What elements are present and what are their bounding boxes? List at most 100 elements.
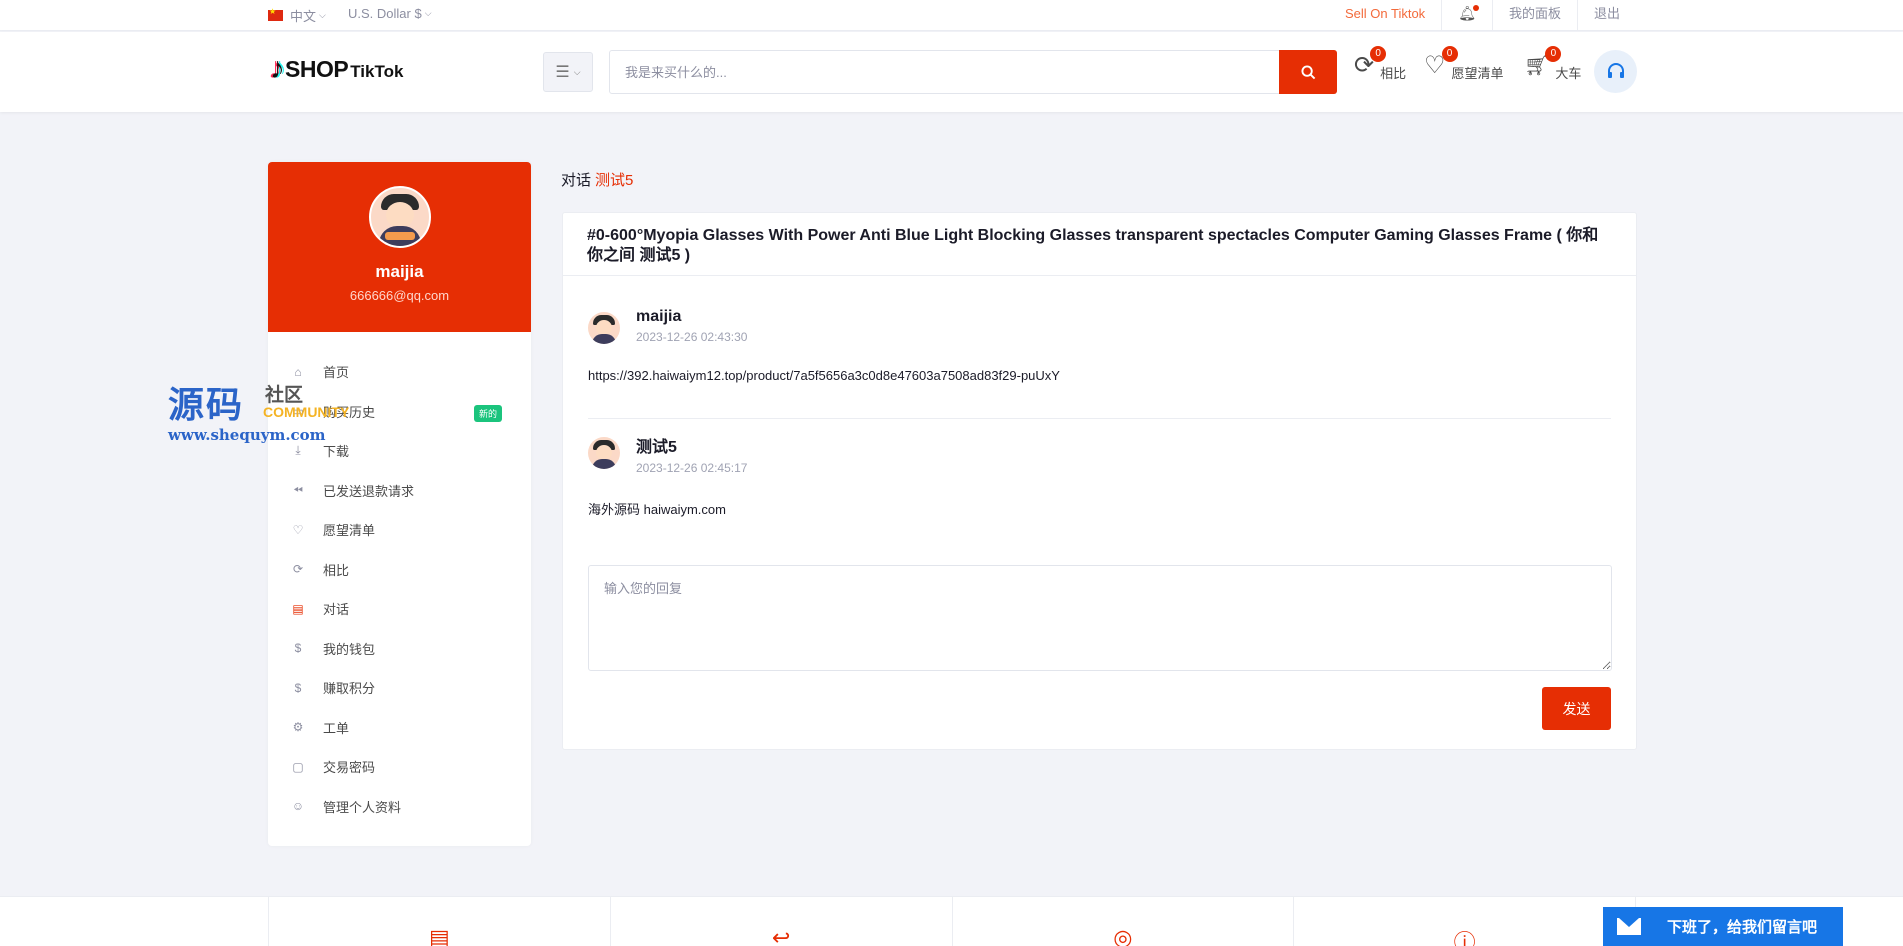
sidebar-item-purchase-history[interactable]: ▭ 购买历史 新的 [268, 392, 531, 432]
sidebar-item-label: 我的钱包 [323, 641, 376, 657]
compare-count-badge: 0 [1370, 46, 1387, 62]
sidebar-item-downloads[interactable]: ⤓ 下载 [268, 431, 531, 471]
search-icon [1300, 64, 1315, 79]
refund-icon: ⏪︎ [293, 482, 303, 497]
sidebar-item-wishlist[interactable]: ♡ 愿望清单 [268, 510, 531, 550]
wishlist-label: 愿望清单 [1451, 66, 1504, 81]
sidebar-item-compare[interactable]: ⟳ 相比 [268, 550, 531, 590]
notification-dot [1472, 5, 1479, 11]
lifebuoy-icon: ◎ [1113, 925, 1133, 946]
avatar [588, 312, 620, 344]
account-sidebar: maijia 666666@qq.com ⌂ 首页 ▭ 购买历史 新的 ⤓ 下载… [268, 162, 531, 846]
message-author: 测试5 [636, 439, 677, 456]
language-label: 中文 [290, 9, 317, 24]
alert-icon: ⓘ [1453, 930, 1476, 946]
sidebar-item-label: 赚取积分 [323, 681, 376, 697]
breadcrumb-label[interactable]: 对话 [561, 172, 591, 189]
send-button[interactable]: 发送 [1542, 687, 1611, 730]
avatar [588, 437, 620, 469]
download-icon: ⤓ [295, 443, 301, 458]
sidebar-item-transaction-password[interactable]: ▢ 交易密码 [268, 747, 531, 787]
conversation-card: #0-600°Myopia Glasses With Power Anti Bl… [562, 212, 1637, 750]
leave-message-widget[interactable]: 下班了，给我们留言吧 [1603, 907, 1843, 946]
message-author: maijia [636, 308, 682, 325]
cart-button[interactable]: 🛒︎ 0 大车 [1524, 46, 1582, 81]
sidebar-item-label: 对话 [323, 602, 350, 618]
sidebar-item-wallet[interactable]: $ 我的钱包 [268, 629, 531, 669]
message-time: 2023-12-26 02:43:30 [636, 330, 748, 344]
wallet-icon: ▢ [292, 759, 304, 774]
search-button[interactable] [1279, 50, 1337, 94]
avatar [368, 186, 431, 248]
dashboard-link[interactable]: 我的面板 [1491, 0, 1577, 31]
sidebar-item-label: 已发送退款请求 [323, 483, 415, 499]
sidebar-item-label: 愿望清单 [323, 523, 376, 539]
china-flag-icon [268, 7, 283, 21]
chevron-down-icon: ⌵ [424, 8, 432, 18]
sidebar-item-label: 工单 [323, 720, 350, 736]
leave-message-label: 下班了，给我们留言吧 [1667, 919, 1818, 936]
chevron-down-icon: ⌵ [319, 10, 326, 20]
watermark-big-text: 源码 [168, 384, 245, 426]
refresh-icon: ⟳ 0 [1354, 46, 1387, 78]
message-time: 2023-12-26 02:45:17 [636, 461, 748, 475]
chevron-down-icon: ⌵ [573, 66, 581, 77]
search-input[interactable] [610, 51, 1210, 93]
profile-name: maijia [375, 262, 424, 281]
gear-icon: ⚙ [292, 720, 304, 735]
footer-terms-link[interactable]: ▤ [268, 897, 610, 946]
conversation-title: #0-600°Myopia Glasses With Power Anti Bl… [563, 213, 1636, 276]
notifications-button[interactable]: 🔔︎ [1441, 0, 1492, 31]
support-button[interactable] [1594, 50, 1637, 93]
sidebar-menu: ⌂ 首页 ▭ 购买历史 新的 ⤓ 下载 ⏪︎ 已发送退款请求 ♡ 愿望清单 ⟳ … [268, 332, 531, 826]
sidebar-item-refund-requests[interactable]: ⏪︎ 已发送退款请求 [268, 471, 531, 511]
breadcrumb-current: 测试5 [595, 172, 634, 189]
cart-label: 大车 [1555, 66, 1582, 81]
mail-icon [1617, 918, 1641, 935]
logo-shop-text: SHOP [285, 56, 349, 82]
dollar-icon: $ [294, 680, 302, 695]
profile-card: maijia 666666@qq.com [268, 162, 531, 332]
currency-selector[interactable]: U.S. Dollar $ ⌵ [348, 6, 432, 21]
sidebar-item-label: 购买历史 [323, 404, 376, 420]
top-bar: 中文 ⌵ U.S. Dollar $ ⌵ Sell On Tiktok 🔔︎ 我… [0, 0, 1903, 31]
message-text: https://392.haiwaiym12.top/product/7a5f5… [588, 368, 1060, 383]
heart-icon: ♡ [292, 522, 304, 537]
sidebar-item-label: 相比 [323, 562, 350, 578]
footer-return-link[interactable]: ↩ [609, 897, 952, 946]
cart-icon: 🛒︎ 0 [1524, 46, 1562, 78]
hamburger-icon: ☰ [555, 64, 570, 81]
footer-privacy-link[interactable]: ⓘ [1293, 897, 1636, 946]
logout-link[interactable]: 退出 [1576, 0, 1636, 31]
sidebar-item-label: 下载 [323, 444, 350, 460]
sidebar-item-tickets[interactable]: ⚙ 工单 [268, 708, 531, 748]
sidebar-item-manage-profile[interactable]: ☺ 管理个人资料 [268, 787, 531, 827]
wishlist-button[interactable]: ♡ 0 愿望清单 [1424, 46, 1504, 81]
cart-count-badge: 0 [1545, 46, 1562, 62]
headset-icon [1607, 62, 1624, 78]
chat-icon: ▤ [292, 601, 304, 616]
message-text: 海外源码 haiwaiym.com [588, 502, 726, 517]
user-icon: ☺ [291, 799, 305, 814]
sidebar-item-conversations[interactable]: ▤ 对话 [268, 589, 531, 629]
compare-button[interactable]: ⟳ 0 相比 [1354, 46, 1406, 81]
file-icon: ▭ [292, 404, 304, 419]
sidebar-item-earn-points[interactable]: $ 赚取积分 [268, 668, 531, 708]
profile-email: 666666@qq.com [349, 288, 450, 303]
new-badge: 新的 [473, 404, 502, 422]
sidebar-item-home[interactable]: ⌂ 首页 [268, 352, 531, 392]
footer-support-link[interactable]: ◎ [951, 897, 1294, 946]
search-bar [609, 50, 1337, 94]
language-selector[interactable]: 中文 ⌵ [268, 6, 326, 25]
sidebar-item-label: 首页 [323, 365, 350, 381]
home-icon: ⌂ [294, 364, 302, 379]
dollar-icon: $ [294, 641, 302, 656]
wishlist-count-badge: 0 [1441, 46, 1458, 62]
breadcrumb: 对话 测试5 [561, 169, 633, 190]
reply-textarea[interactable] [588, 565, 1612, 671]
sell-on-tiktok-link[interactable]: Sell On Tiktok [1329, 0, 1441, 31]
site-logo[interactable]: ♪ SHOP TikTok [270, 54, 403, 84]
refresh-icon: ⟳ [292, 562, 304, 577]
category-menu-button[interactable]: ☰ ⌵ [543, 52, 593, 92]
currency-label: U.S. Dollar $ [348, 6, 422, 21]
